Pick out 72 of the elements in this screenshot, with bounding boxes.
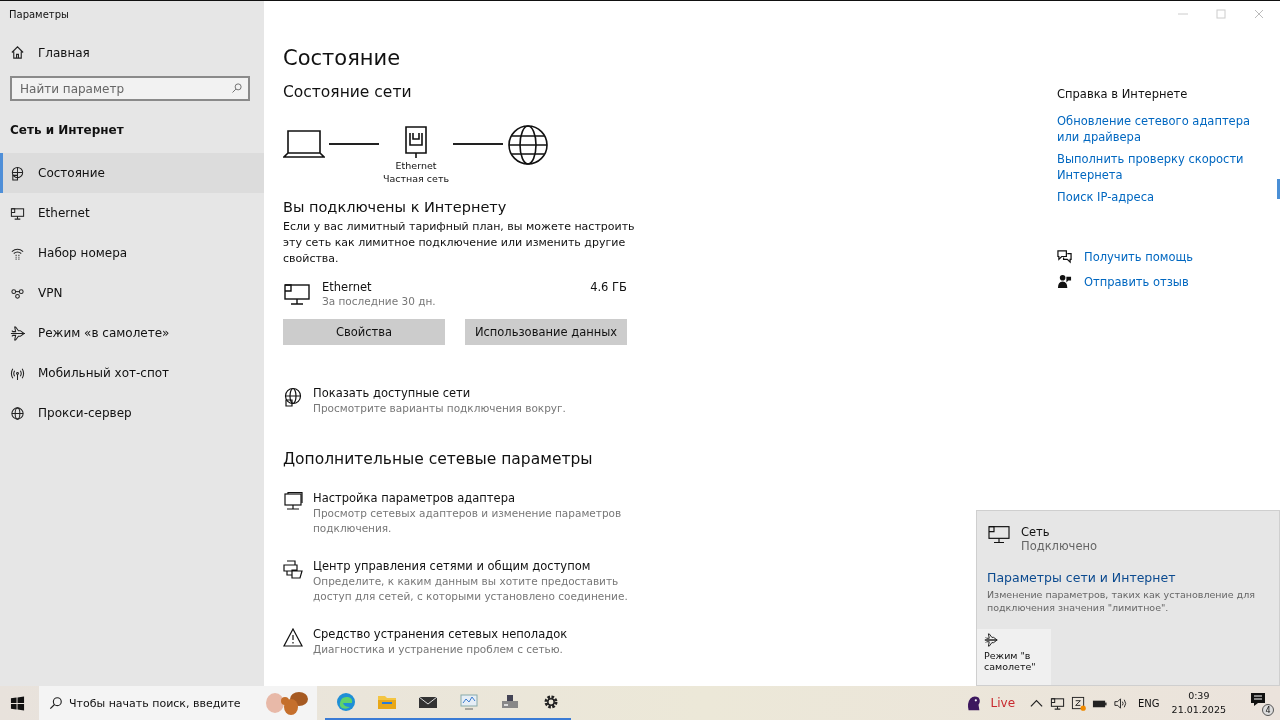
- swirl-icon: [335, 692, 356, 712]
- ethernet-icon: [10, 205, 25, 221]
- monitor-icon: [458, 692, 479, 712]
- help-link[interactable]: Обновление сетевого адаптера или драйвера: [1057, 113, 1267, 145]
- ethernet-port-icon: [404, 125, 429, 159]
- connection-line: [329, 143, 379, 145]
- connection-status: Вы подключены к Интернету: [283, 199, 508, 215]
- windows-logo-icon[interactable]: [10, 695, 25, 711]
- airplane-mode-tile[interactable]: Режим "в самолете": [977, 629, 1051, 685]
- search-icon: [231, 82, 243, 94]
- live-label[interactable]: Live: [990, 696, 1016, 710]
- clock[interactable]: 0:39 21.01.2025: [1171, 689, 1226, 717]
- network-label: Частная сеть: [383, 172, 450, 185]
- proxy-icon: [10, 405, 25, 421]
- globe-icon: [507, 124, 550, 166]
- nav-item[interactable]: VPN: [0, 273, 264, 313]
- settings-link[interactable]: Настройка параметров адаптера Просмотр сетевых адаптеров и изменение параметров подключения.: [283, 490, 663, 536]
- ethernet-icon: [987, 525, 1011, 545]
- window-title: Параметры: [8, 8, 70, 22]
- data-usage-amount: 4.6 ГБ: [590, 280, 627, 294]
- airplane-icon: [984, 633, 998, 647]
- printer-folder-icon: [283, 560, 303, 580]
- usage-period: За последние 30 дн.: [322, 294, 437, 309]
- notification-count: 4: [1262, 704, 1274, 716]
- app-tray-icon[interactable]: [1071, 695, 1087, 711]
- nav-item[interactable]: Режим «в самолете»: [0, 313, 264, 353]
- help-action-link[interactable]: Получить помощь: [1057, 249, 1267, 264]
- section-heading: Сеть и Интернет: [9, 122, 125, 139]
- chat-bubble-icon: [1057, 249, 1072, 264]
- settings-link[interactable]: Средство устранения сетевых неполадок Диагностика и устранение проблем с сетью.: [283, 626, 663, 657]
- adapter-label: Ethernet: [395, 159, 437, 172]
- help-heading: Справка в Интернете: [1057, 87, 1189, 101]
- nav-item[interactable]: Набор номера: [0, 233, 264, 273]
- person-icon: [1057, 274, 1072, 289]
- speaker-icon[interactable]: [1113, 695, 1129, 711]
- status-icon: [10, 165, 25, 181]
- help-link[interactable]: Выполнить проверку скорости Интернета: [1057, 151, 1267, 183]
- nav-item[interactable]: Прокси-сервер: [0, 393, 264, 433]
- connection-line: [453, 143, 504, 145]
- nav-item[interactable]: Ethernet: [0, 193, 264, 233]
- airplane-icon: [10, 325, 25, 341]
- network-settings-link[interactable]: Параметры сети и Интернет: [987, 570, 1269, 585]
- network-settings-description: Изменение параметров, таких как установление для подключения значения "лимитное".: [987, 588, 1256, 614]
- laptop-icon: [283, 129, 325, 159]
- network-icon[interactable]: [1050, 695, 1066, 711]
- home-icon: [10, 45, 25, 60]
- help-link[interactable]: Поиск IP-адреса: [1057, 189, 1267, 205]
- section-title: Состояние сети: [283, 83, 413, 101]
- ethernet-icon: [283, 283, 311, 307]
- show-networks-link[interactable]: Показать доступные сети Просмотрите варианты подключения вокруг.: [283, 385, 663, 416]
- action-button[interactable]: Использование данных: [465, 319, 627, 345]
- network-name: Сеть: [1021, 525, 1051, 539]
- section-title: Дополнительные сетевые параметры: [283, 450, 594, 468]
- nav-item[interactable]: Состояние: [0, 153, 264, 193]
- monitor-icon: [283, 492, 303, 512]
- search-icon: [49, 696, 63, 710]
- globe-icon: [283, 387, 303, 407]
- nav-item[interactable]: Мобильный хот-спот: [0, 353, 264, 393]
- home-link[interactable]: Главная: [0, 35, 264, 70]
- search-field[interactable]: Найти параметр: [10, 76, 250, 101]
- message-icon: [1250, 692, 1266, 708]
- settings-link[interactable]: Центр управления сетями и общим доступом Определите, к каким данным вы хотите предоставить доступ для сетей, с которыми установлено соединение.: [283, 558, 663, 604]
- adapter-name: Ethernet: [322, 280, 373, 294]
- page-title: Состояние: [283, 46, 402, 70]
- notification-center-button[interactable]: 4: [1250, 692, 1272, 714]
- help-action-link[interactable]: Отправить отзыв: [1057, 274, 1267, 289]
- action-button[interactable]: Свойства: [283, 319, 445, 345]
- connection-description: Если у вас лимитный тарифный план, вы можете настроить эту сеть как лимитное подключение или изменить другие свойства.: [283, 219, 636, 267]
- warning-icon: [283, 628, 303, 648]
- taskbar-search-field[interactable]: Чтобы начать поиск, введите: [39, 686, 317, 720]
- language-indicator[interactable]: ENG: [1138, 697, 1160, 709]
- network-status: Подключено: [1021, 539, 1098, 553]
